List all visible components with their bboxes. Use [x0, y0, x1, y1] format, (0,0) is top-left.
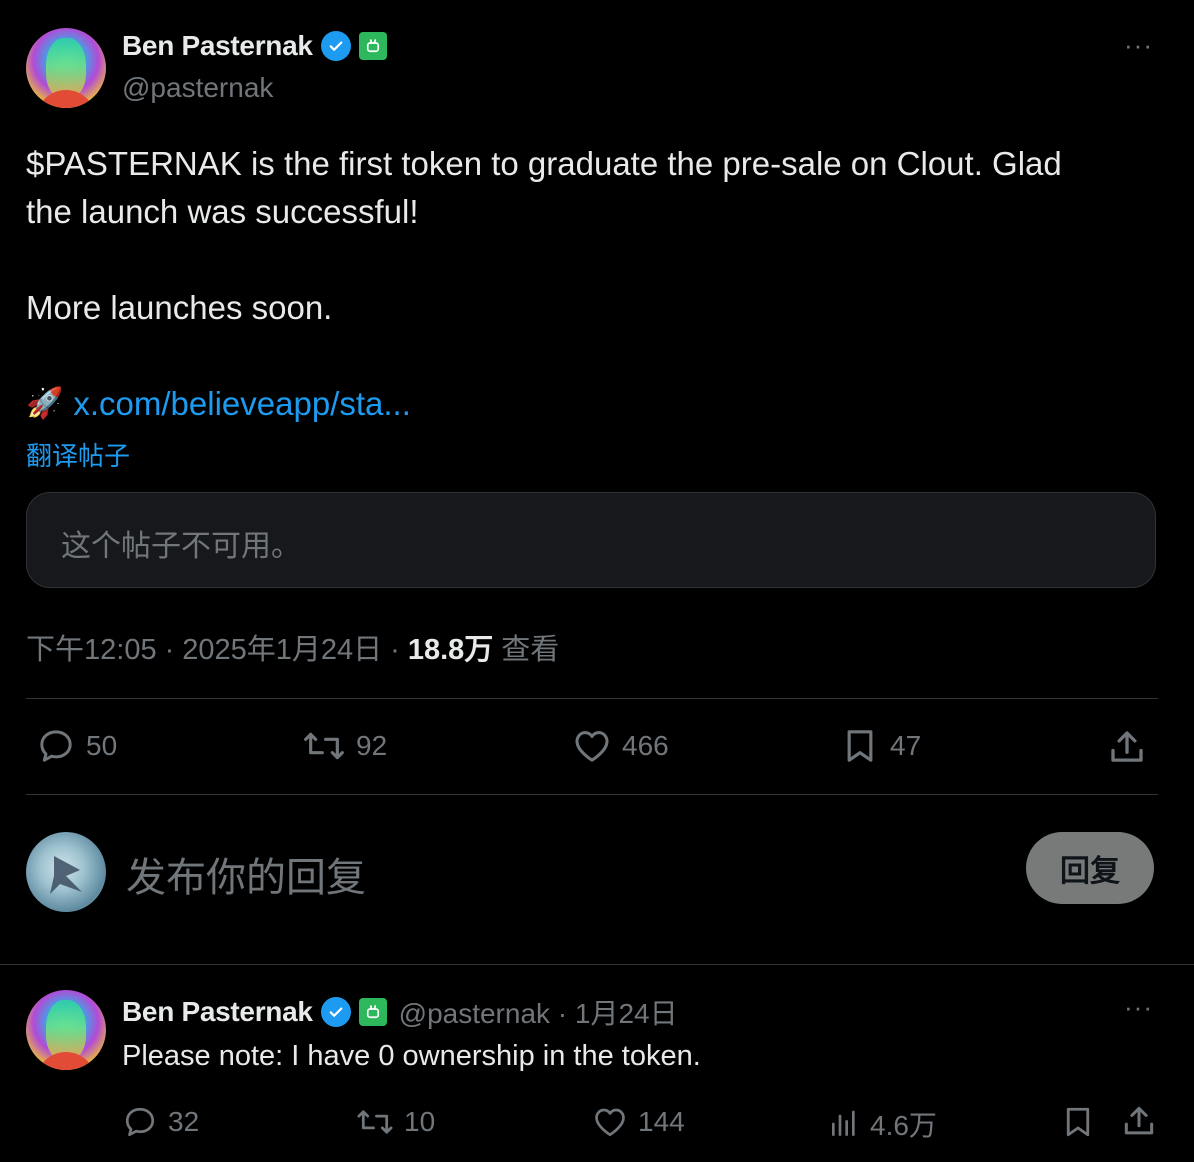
repost-button[interactable]: 10: [356, 1104, 435, 1140]
divider: [0, 964, 1194, 965]
bookmark-count: 47: [890, 730, 922, 761]
bookmark-button[interactable]: 47: [840, 726, 921, 766]
share-icon: [1111, 731, 1143, 762]
divider: [26, 698, 1158, 699]
more-icon[interactable]: ···: [1124, 992, 1153, 1023]
unavailable-text: 这个帖子不可用。: [61, 530, 301, 563]
current-user-avatar[interactable]: [26, 832, 106, 912]
reply-text: Please note: I have 0 ownership in the t…: [122, 1040, 701, 1072]
tweet-link[interactable]: x.com/believeapp/sta...: [73, 380, 411, 428]
reply-author-avatar[interactable]: [26, 990, 106, 1070]
views-icon: [832, 1110, 855, 1136]
reply-count: 50: [86, 730, 118, 761]
like-icon: [575, 731, 609, 762]
views-button[interactable]: 4.6万: [828, 1104, 937, 1144]
tweet-text-line: the launch was successful!: [26, 193, 419, 230]
like-button[interactable]: 144: [592, 1104, 685, 1140]
post-time[interactable]: 下午12:05: [26, 626, 157, 668]
repost-icon: [357, 1110, 393, 1134]
views-count: 4.6万: [870, 1110, 937, 1141]
tweet-text-line: $PASTERNAK is the first token to graduat…: [26, 145, 1062, 182]
divider: [26, 794, 1158, 795]
reply-icon: [125, 1107, 155, 1137]
repost-count: 10: [404, 1106, 436, 1137]
verified-icon: [320, 31, 351, 61]
like-count: 466: [622, 730, 669, 761]
share-button[interactable]: [1120, 1102, 1158, 1140]
bookmark-icon: [1066, 1107, 1090, 1137]
reply-handle-date[interactable]: @pasternak · 1月24日: [399, 992, 678, 1032]
reply-submit-button[interactable]: 回复: [1026, 832, 1154, 904]
translate-post-link[interactable]: 翻译帖子: [26, 436, 130, 473]
quoted-post-unavailable: 这个帖子不可用。: [26, 492, 1156, 588]
post-date[interactable]: 2025年1月24日: [182, 626, 382, 668]
more-icon[interactable]: ···: [1124, 30, 1153, 61]
repost-count: 92: [356, 730, 388, 761]
reply-author-name[interactable]: Ben Pasternak: [122, 996, 313, 1028]
reply-button[interactable]: 32: [122, 1104, 199, 1140]
reply-icon: [40, 730, 72, 762]
author-handle[interactable]: @pasternak: [122, 72, 273, 104]
bookmark-button[interactable]: [1060, 1104, 1096, 1140]
repost-button[interactable]: 92: [302, 726, 387, 766]
share-icon: [1124, 1106, 1154, 1135]
rocket-icon: 🚀: [26, 387, 64, 420]
tweet-text-line: More launches soon.: [26, 289, 333, 326]
like-count: 144: [638, 1106, 685, 1137]
like-icon: [595, 1108, 625, 1137]
reply-button[interactable]: 50: [36, 726, 117, 766]
like-button[interactable]: 466: [572, 726, 669, 766]
author-avatar[interactable]: [26, 28, 106, 108]
share-button[interactable]: [1106, 726, 1148, 768]
bookmark-icon: [847, 730, 873, 762]
reply-count: 32: [168, 1106, 200, 1137]
bot-badge-icon: [358, 32, 387, 60]
views-label: 查看: [501, 634, 560, 666]
author-name[interactable]: Ben Pasternak: [122, 30, 313, 62]
separator: ·: [390, 634, 400, 666]
repost-icon: [304, 732, 344, 760]
bot-badge-icon: [358, 998, 387, 1026]
reply-input[interactable]: 发布你的回复: [126, 845, 366, 903]
verified-icon: [320, 997, 351, 1027]
separator: ·: [164, 634, 175, 666]
views-count: 18.8万: [407, 634, 494, 666]
